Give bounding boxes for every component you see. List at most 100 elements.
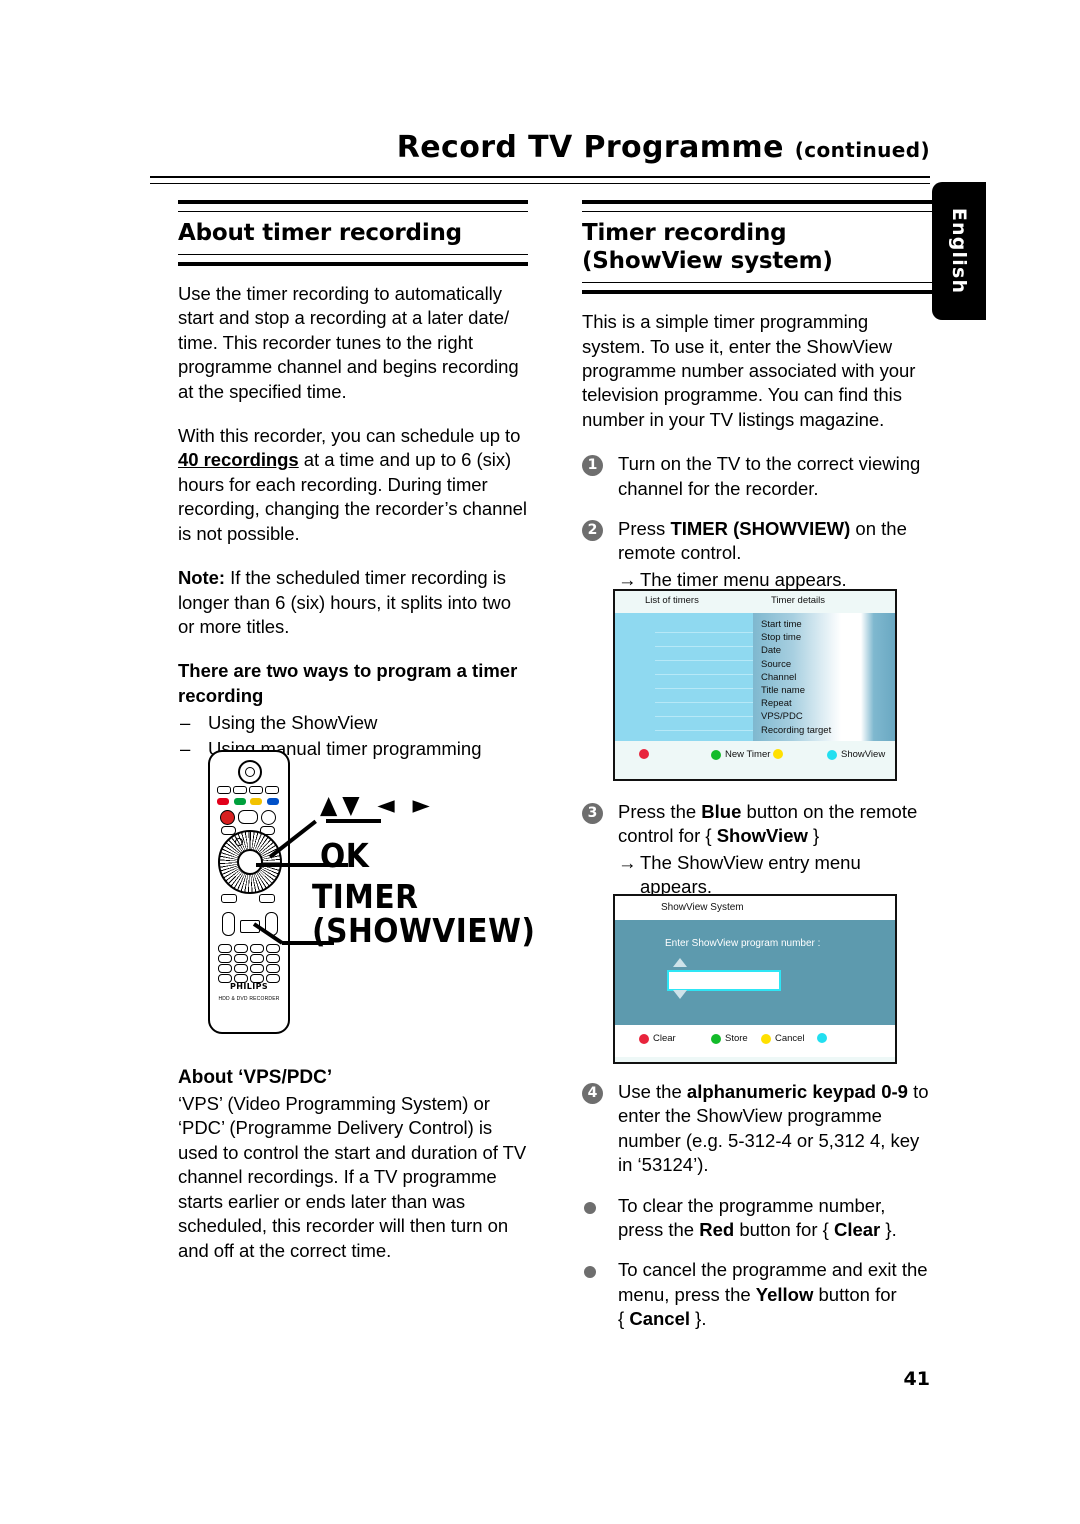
remote-key	[259, 894, 275, 903]
bullet-text-b: button for {	[734, 1219, 834, 1241]
blue-key	[266, 798, 279, 805]
red-button[interactable]	[639, 749, 653, 759]
remote-key	[221, 894, 237, 903]
page-number: 41	[903, 1368, 930, 1390]
bullet-text-d: }.	[690, 1308, 707, 1330]
cyan-dot-icon	[827, 749, 837, 760]
up-arrow-icon[interactable]	[673, 958, 687, 967]
callout-timer: TIMER (SHOWVIEW)	[312, 879, 536, 951]
detail-item: Recording target	[761, 724, 832, 736]
step-4: 4 Use the alphanumeric keypad 0-9 to ent…	[582, 1080, 932, 1178]
green-button-label: New Timer	[725, 749, 771, 760]
yellow-dot-icon	[773, 749, 783, 759]
timer-details-panel: Start time Stop time Date Source Channel…	[753, 613, 895, 741]
vps-text: ‘VPS’ (Video Programming System) or ‘PDC…	[178, 1093, 527, 1261]
timer-details-list: Start time Stop time Date Source Channel…	[753, 613, 895, 737]
green-button-new-timer[interactable]: New Timer	[711, 749, 770, 760]
bullet-dot-icon	[584, 1201, 596, 1214]
note-text: If the scheduled timer recording is long…	[178, 567, 511, 637]
detail-item: Start time	[761, 619, 802, 630]
detail-item: Title name	[761, 685, 805, 697]
bullet-bold-clear: Clear	[833, 1219, 881, 1241]
keypad-row	[218, 954, 280, 963]
cyan-dot-icon	[817, 1033, 827, 1043]
remote-key	[249, 786, 263, 794]
brand-label: PHILIPS	[229, 982, 269, 991]
yellow-button[interactable]	[773, 749, 787, 759]
detail-item: Date	[761, 645, 782, 657]
left-column: About timer recording Use the timer reco…	[178, 200, 528, 769]
timer-shot-header: List of timers Timer details	[615, 591, 895, 613]
timer-shot-footer: New Timer ShowView	[615, 741, 895, 775]
green-key	[233, 798, 246, 805]
yellow-button-label: Cancel	[775, 1033, 805, 1044]
yellow-dot-icon	[761, 1033, 771, 1044]
power-ring-icon	[238, 760, 262, 784]
record-key	[220, 810, 235, 825]
detail-item: Source	[761, 658, 792, 670]
leader-line-arrows-2	[326, 819, 381, 823]
callout-timer-line2: (SHOWVIEW)	[312, 911, 536, 951]
column-header-list-of-timers: List of timers	[645, 595, 699, 606]
remote-control-illustration: PHILIPS HDD & DVD RECORDER ▲▼ ◄ ► OK TIM…	[208, 750, 538, 1040]
left-paragraph-1: Use the timer recording to automatically…	[178, 283, 519, 402]
down-arrow-icon[interactable]	[673, 990, 687, 999]
right-column: Timer recording (ShowView system) This i…	[582, 200, 932, 608]
red-dot-icon	[639, 1033, 649, 1044]
channel-pill	[222, 912, 235, 936]
red-dot-icon	[639, 749, 649, 759]
yellow-button-cancel[interactable]: Cancel	[761, 1033, 805, 1044]
step-text-bold-blue: Blue	[701, 801, 742, 822]
cyan-button-label: ShowView	[841, 749, 886, 760]
detail-item: Channel	[761, 671, 797, 683]
language-tab: English	[932, 182, 986, 320]
step-number: 1	[582, 455, 603, 477]
left-subheading: There are two ways to program a timer re…	[178, 660, 518, 706]
showview-title: ShowView System	[661, 902, 744, 913]
bullet-dot-icon	[584, 1266, 596, 1279]
column-header-timer-details: Timer details	[771, 595, 826, 606]
bullet-clear: To clear the programme number, press the…	[582, 1194, 932, 1243]
step-number: 2	[582, 519, 603, 541]
cyan-button[interactable]	[817, 1033, 831, 1043]
showview-number-input[interactable]	[667, 970, 781, 991]
right-section-heading: Timer recording (ShowView system)	[582, 200, 932, 295]
rule-top	[582, 200, 932, 212]
left-heading-text: About timer recording	[178, 220, 462, 246]
cyan-button-showview[interactable]: ShowView	[827, 749, 885, 760]
red-button-label: Clear	[653, 1033, 676, 1044]
remote-key-row-top	[217, 786, 279, 794]
showview-shot-footer: Clear Store Cancel	[615, 1025, 895, 1057]
play-pause-key	[238, 810, 258, 824]
rule-bottom	[582, 282, 932, 295]
timer-menu-screenshot: List of timers Timer details Start time …	[613, 589, 897, 781]
red-key	[217, 798, 229, 805]
step-text-a: Press	[618, 517, 671, 539]
red-button-clear[interactable]: Clear	[639, 1033, 676, 1044]
right-heading-text: Timer recording (ShowView system)	[582, 220, 833, 275]
step-number: 3	[582, 803, 603, 824]
rule-bottom	[178, 254, 528, 267]
showview-shot-body: Enter ShowView program number :	[615, 920, 895, 1025]
step-text-bold-showview: ShowView	[716, 825, 808, 847]
p2-a: With this recorder, you can schedule up …	[178, 425, 521, 447]
header-divider	[150, 176, 930, 184]
remote-transport-row	[220, 810, 276, 825]
step-text-c: }	[807, 825, 820, 847]
green-button-store[interactable]: Store	[711, 1033, 748, 1044]
stop-key	[261, 810, 276, 825]
note-label: Note:	[178, 567, 226, 589]
ok-button-icon	[235, 838, 243, 846]
page-header: Record TV Programme (continued)	[150, 130, 930, 165]
step-number: 4	[582, 1083, 603, 1104]
callout-ok: OK	[320, 836, 370, 875]
green-button-label: Store	[725, 1033, 748, 1044]
bullet-bold-cancel: Cancel	[629, 1308, 690, 1330]
bullet-bold-yellow: Yellow	[755, 1283, 814, 1305]
green-dot-icon	[711, 749, 721, 760]
step-result: The ShowView entry menu appears.	[618, 851, 932, 900]
right-intro: This is a simple timer programming syste…	[582, 311, 916, 430]
left-paragraph-2: With this recorder, you can schedule up …	[178, 424, 528, 546]
bullet-text-b: button for	[813, 1283, 897, 1305]
step-text-a: Press the	[618, 801, 702, 822]
